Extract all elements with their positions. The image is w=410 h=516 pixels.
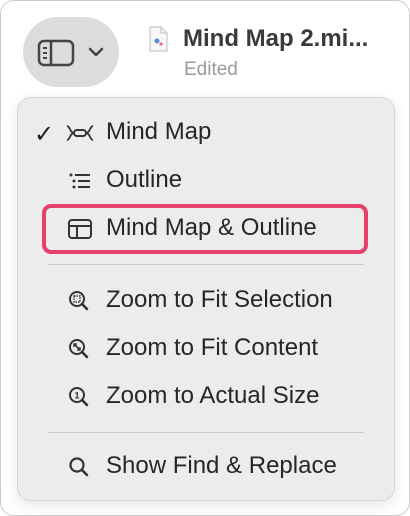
menu-item-label: Zoom to Actual Size <box>106 382 320 409</box>
toolbar: Mind Map 2.mi... Edited <box>1 1 409 97</box>
sidebar-icon <box>37 39 75 67</box>
menu-item-label: Zoom to Fit Selection <box>106 286 333 313</box>
document-title: Mind Map 2.mi... <box>183 25 369 52</box>
menu-item-zoom-actual-size[interactable]: 1 Zoom to Actual Size <box>18 376 394 416</box>
menu-item-outline[interactable]: Outline <box>18 160 394 200</box>
svg-text:1: 1 <box>74 391 79 401</box>
menu-item-label: Mind Map <box>106 118 212 145</box>
checkmark-icon: ✓ <box>34 121 55 148</box>
highlight-outline <box>42 204 368 254</box>
sidebar-toggle-button[interactable] <box>23 17 119 87</box>
menu-item-zoom-fit-selection[interactable]: Zoom to Fit Selection <box>18 280 394 320</box>
document-status: Edited <box>184 59 238 80</box>
menu-separator <box>48 432 364 433</box>
zoom-fit-content-icon <box>69 339 89 359</box>
view-menu: ✓ Mind Map Outline Mind Map & Outline Zo… <box>17 97 395 501</box>
menu-item-label: Zoom to Fit Content <box>106 334 319 361</box>
menu-item-show-find-replace[interactable]: Show Find & Replace <box>18 446 394 486</box>
menu-item-mind-map[interactable]: ✓ Mind Map <box>18 112 394 152</box>
outline-icon <box>69 173 90 189</box>
zoom-fit-selection-icon <box>69 291 89 311</box>
menu-item-label: Outline <box>106 166 183 193</box>
app-window: Mind Map 2.mi... Edited ✓ Mind Map Outli… <box>0 0 410 516</box>
mind-map-icon <box>66 125 94 141</box>
menu-separator <box>48 264 364 265</box>
menu-item-label: Show Find & Replace <box>106 452 337 479</box>
zoom-actual-size-icon: 1 <box>69 387 89 407</box>
menu-item-zoom-fit-content[interactable]: Zoom to Fit Content <box>18 328 394 368</box>
search-icon <box>69 457 89 477</box>
chevron-down-icon <box>88 47 104 57</box>
document-icon <box>149 26 168 52</box>
